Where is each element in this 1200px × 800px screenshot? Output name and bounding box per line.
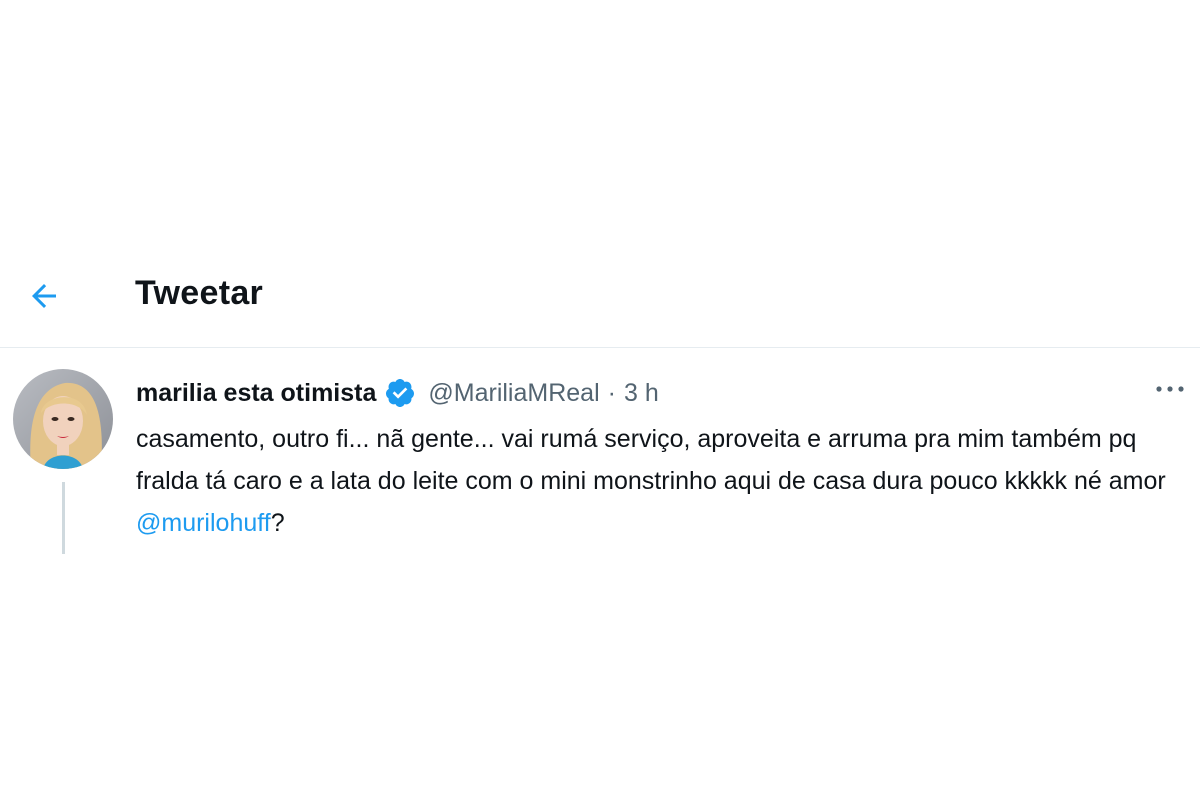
mention-link[interactable]: @murilohuff (136, 509, 271, 537)
user-handle[interactable]: @MariliaMReal (428, 379, 599, 408)
back-button[interactable] (22, 274, 66, 318)
tweet-text-end: ? (270, 509, 285, 537)
display-name[interactable]: marilia esta otimista (136, 379, 376, 408)
page-header: Tweetar (0, 262, 1200, 346)
avatar[interactable] (13, 369, 113, 469)
arrow-left-icon (32, 284, 56, 308)
thread-line (62, 482, 65, 554)
tweet-timestamp[interactable]: 3 h (624, 379, 659, 408)
more-horizontal-icon (1156, 386, 1184, 392)
tweet-page: Tweetar marilia esta otimista @MariliaMR… (0, 0, 1200, 800)
page-title: Tweetar (135, 274, 264, 312)
separator-dot: · (607, 378, 616, 407)
more-options-button[interactable] (1150, 374, 1190, 404)
header-divider (0, 347, 1200, 348)
tweet-text-body: casamento, outro fi... nã gente... vai r… (136, 425, 1166, 495)
tweet-text: casamento, outro fi... nã gente... vai r… (136, 418, 1186, 544)
verified-badge-icon (384, 377, 416, 409)
avatar-image (13, 369, 113, 469)
tweet-header: marilia esta otimista @MariliaMReal · 3 … (136, 375, 659, 411)
